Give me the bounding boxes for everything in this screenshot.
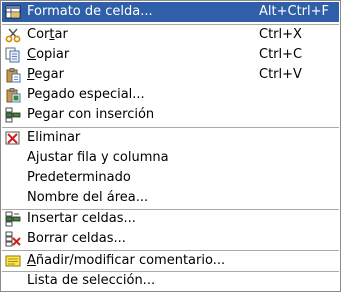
menu-item-label: Insertar celdas... xyxy=(27,211,136,226)
menu-item-shortcut: Ctrl+V xyxy=(259,67,302,82)
paste-special-icon xyxy=(5,87,21,103)
paste-icon xyxy=(5,67,21,83)
menu-item-label: Nombre del área... xyxy=(27,190,149,205)
menu-item-default[interactable]: Predeterminado xyxy=(2,168,339,188)
menu-item-paste-insert[interactable]: Pegar con inserción xyxy=(2,105,339,125)
paste-insert-icon xyxy=(5,107,21,123)
format-cells-icon xyxy=(5,4,21,20)
menu-item-paste-special[interactable]: Pegado especial... xyxy=(2,85,339,105)
copy-icon xyxy=(5,47,21,63)
menu-item-label: Eliminar xyxy=(27,130,81,145)
menu-item-cut[interactable]: Cortar Ctrl+X xyxy=(2,25,339,45)
menu-item-label: Pegar con inserción xyxy=(27,107,155,122)
menu-item-shortcut: Alt+Ctrl+F xyxy=(259,4,329,19)
delete-icon xyxy=(5,130,21,146)
scissors-icon xyxy=(5,27,21,43)
menu-item-label: Pegado especial... xyxy=(27,87,145,102)
menu-item-delete[interactable]: Eliminar xyxy=(2,128,339,148)
insert-cells-icon xyxy=(5,211,21,227)
menu-item-label: Lista de selección... xyxy=(27,273,156,288)
context-menu: Formato de celda... Alt+Ctrl+F Cortar Ct… xyxy=(0,0,341,292)
menu-item-add-edit-comment[interactable]: Añadir/modificar comentario... xyxy=(2,251,339,271)
menu-item-paste[interactable]: Pegar Ctrl+V xyxy=(2,65,339,85)
menu-item-label: Pegar xyxy=(27,67,64,82)
delete-cells-icon xyxy=(5,231,21,247)
menu-item-area-name[interactable]: Nombre del área... xyxy=(2,188,339,208)
menu-item-label: Predeterminado xyxy=(27,170,131,185)
comment-icon xyxy=(5,253,21,269)
menu-item-label: Cortar xyxy=(27,27,68,42)
menu-item-format-cells[interactable]: Formato de celda... Alt+Ctrl+F xyxy=(2,2,339,22)
menu-item-shortcut: Ctrl+C xyxy=(259,47,303,62)
menu-item-shortcut: Ctrl+X xyxy=(259,27,302,42)
menu-item-label: Formato de celda... xyxy=(27,4,153,19)
menu-item-label: Ajustar fila y columna xyxy=(27,150,169,165)
menu-item-copy[interactable]: Copiar Ctrl+C xyxy=(2,45,339,65)
menu-item-label: Añadir/modificar comentario... xyxy=(27,253,226,268)
menu-item-delete-cells[interactable]: Borrar celdas... xyxy=(2,229,339,249)
menu-item-fit-row-column[interactable]: Ajustar fila y columna xyxy=(2,148,339,168)
menu-item-label: Copiar xyxy=(27,47,70,62)
menu-item-label: Borrar celdas... xyxy=(27,231,126,246)
menu-item-selection-list[interactable]: Lista de selección... xyxy=(2,271,339,291)
menu-item-insert-cells[interactable]: Insertar celdas... xyxy=(2,209,339,229)
